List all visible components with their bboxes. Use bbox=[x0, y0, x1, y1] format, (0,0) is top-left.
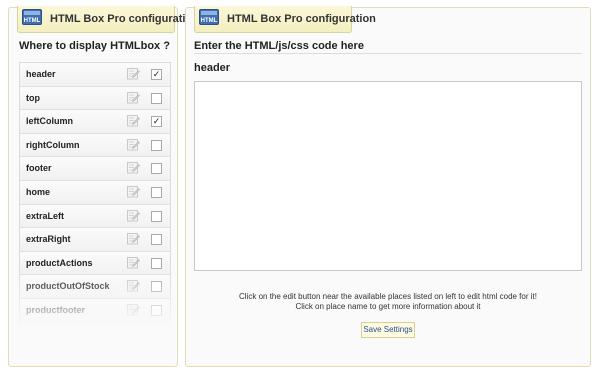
place-name[interactable]: top bbox=[26, 93, 40, 103]
place-checkbox[interactable]: ✓ bbox=[151, 116, 162, 128]
help-text-line-2: Click on place name to get more informat… bbox=[295, 302, 481, 311]
place-name[interactable]: productActions bbox=[26, 258, 93, 268]
place-name[interactable]: rightColumn bbox=[26, 140, 80, 150]
place-row: leftColumn ✓ bbox=[20, 110, 170, 134]
place-name[interactable]: productfooter bbox=[26, 305, 85, 315]
edit-pencil-icon[interactable] bbox=[127, 91, 140, 104]
place-checkbox[interactable] bbox=[151, 234, 162, 246]
place-name[interactable]: extraRight bbox=[26, 234, 71, 244]
place-checkbox[interactable] bbox=[151, 92, 162, 104]
place-name[interactable]: header bbox=[26, 69, 56, 79]
places-list: header ✓ top leftColumn ✓ rightColumn footer ho… bbox=[19, 62, 171, 325]
edit-pencil-icon[interactable] bbox=[127, 161, 140, 174]
place-name[interactable]: home bbox=[26, 187, 50, 197]
save-settings-button[interactable]: Save Settings bbox=[361, 322, 415, 338]
edit-pencil-icon[interactable] bbox=[127, 232, 140, 245]
place-name[interactable]: leftColumn bbox=[26, 116, 73, 126]
html-icon: HTML bbox=[22, 9, 42, 25]
edit-pencil-icon[interactable] bbox=[127, 138, 140, 151]
place-row: productActions bbox=[20, 251, 170, 276]
place-checkbox[interactable] bbox=[151, 186, 162, 198]
edit-pencil-icon[interactable] bbox=[127, 209, 140, 222]
place-checkbox[interactable]: ✓ bbox=[151, 69, 162, 80]
place-row: productTab bbox=[20, 322, 170, 325]
places-panel-header: HTML HTML Box Pro configuration bbox=[17, 6, 199, 33]
svg-text:HTML: HTML bbox=[201, 18, 218, 24]
place-checkbox[interactable] bbox=[151, 281, 162, 293]
place-name[interactable]: extraLeft bbox=[26, 211, 64, 221]
code-textarea[interactable] bbox=[194, 81, 582, 271]
place-checkbox[interactable] bbox=[151, 210, 162, 222]
place-row: extraRight bbox=[20, 228, 170, 252]
edit-pencil-icon[interactable] bbox=[127, 185, 140, 198]
edit-pencil-icon[interactable] bbox=[127, 279, 140, 292]
place-row: rightColumn bbox=[20, 133, 170, 158]
place-checkbox[interactable] bbox=[151, 163, 162, 175]
place-row: extraLeft bbox=[20, 204, 170, 229]
place-row: home bbox=[20, 180, 170, 205]
place-name[interactable]: footer bbox=[26, 163, 52, 173]
place-name[interactable]: productOutOfStock bbox=[26, 281, 110, 291]
place-checkbox[interactable] bbox=[151, 257, 162, 269]
code-panel-header: HTML HTML Box Pro configuration bbox=[194, 6, 376, 33]
place-row: header ✓ bbox=[20, 63, 170, 87]
svg-text:HTML: HTML bbox=[24, 18, 41, 24]
html-icon: HTML bbox=[199, 9, 219, 25]
places-panel-title: HTML Box Pro configuration bbox=[50, 13, 199, 25]
code-panel: HTML HTML Box Pro configuration Enter th… bbox=[185, 6, 591, 367]
edit-pencil-icon[interactable] bbox=[127, 67, 140, 80]
place-checkbox[interactable] bbox=[151, 139, 162, 151]
places-panel: HTML HTML Box Pro configuration Where to… bbox=[8, 6, 199, 367]
edit-pencil-icon[interactable] bbox=[127, 256, 140, 269]
help-text-line-1: Click on the edit button near the availa… bbox=[239, 292, 537, 301]
divider bbox=[194, 53, 582, 54]
place-row: productOutOfStock bbox=[20, 275, 170, 299]
code-section-title: Enter the HTML/js/css code here bbox=[194, 40, 364, 52]
place-row: footer bbox=[20, 157, 170, 181]
place-row: productfooter bbox=[20, 298, 170, 323]
place-row: top bbox=[20, 86, 170, 111]
code-panel-title: HTML Box Pro configuration bbox=[227, 13, 376, 25]
edit-pencil-icon[interactable] bbox=[127, 303, 140, 316]
edit-pencil-icon[interactable] bbox=[127, 114, 140, 127]
selected-place-name: header bbox=[194, 62, 231, 74]
display-places-title: Where to display HTMLbox ? bbox=[19, 40, 170, 52]
place-checkbox[interactable] bbox=[151, 304, 162, 316]
